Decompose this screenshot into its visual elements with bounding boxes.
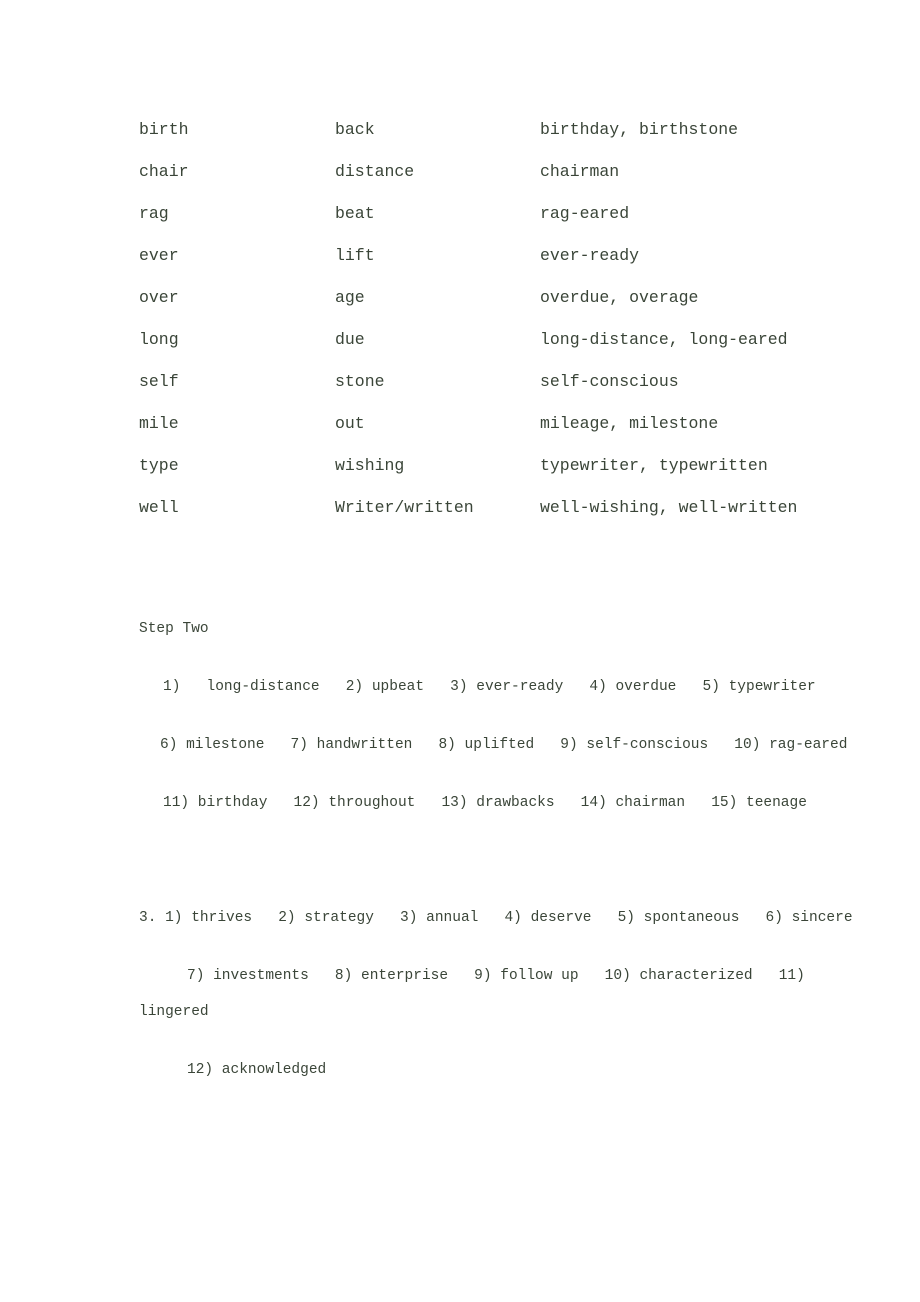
compound-words: birthday, birthstone (540, 120, 739, 139)
second-word: wishing (335, 456, 405, 475)
first-word: long (139, 330, 179, 349)
step-two-answers-line: 6) milestone 7) handwritten 8) uplifted … (160, 737, 848, 753)
second-word: beat (335, 204, 375, 223)
second-word: Writer/written (335, 498, 474, 517)
first-word: birth (139, 120, 189, 139)
first-word: ever (139, 246, 179, 265)
first-word: type (139, 456, 179, 475)
document-page: birth back birthday, birthstone chair di… (0, 0, 920, 1302)
step-two-answers-line: 11) birthday 12) throughout 13) drawback… (163, 795, 807, 811)
second-word: distance (335, 162, 415, 181)
section-three-answers-line: 3. 1) thrives 2) strategy 3) annual 4) d… (139, 910, 853, 926)
compound-words: chairman (540, 162, 620, 181)
first-word: rag (139, 204, 169, 223)
first-word: well (139, 498, 179, 517)
step-two-answers-line: 1) long-distance 2) upbeat 3) ever-ready… (163, 679, 816, 695)
step-two-heading: Step Two (139, 621, 209, 637)
first-word: over (139, 288, 179, 307)
second-word: lift (335, 246, 375, 265)
second-word: stone (335, 372, 385, 391)
compound-words: overdue, overage (540, 288, 699, 307)
second-word: age (335, 288, 365, 307)
section-three-answers-line: lingered (139, 1004, 209, 1020)
compound-words: ever-ready (540, 246, 640, 265)
compound-words: well-wishing, well-written (540, 498, 798, 517)
compound-words: mileage, milestone (540, 414, 719, 433)
section-three-answers-line: 7) investments 8) enterprise 9) follow u… (187, 968, 805, 984)
second-word: back (335, 120, 375, 139)
first-word: self (139, 372, 179, 391)
compound-words: rag-eared (540, 204, 630, 223)
compound-words: long-distance, long-eared (540, 330, 788, 349)
first-word: mile (139, 414, 179, 433)
compound-words: typewriter, typewritten (540, 456, 768, 475)
compound-words: self-conscious (540, 372, 679, 391)
second-word: due (335, 330, 365, 349)
second-word: out (335, 414, 365, 433)
first-word: chair (139, 162, 189, 181)
section-three-answers-line: 12) acknowledged (187, 1062, 327, 1078)
